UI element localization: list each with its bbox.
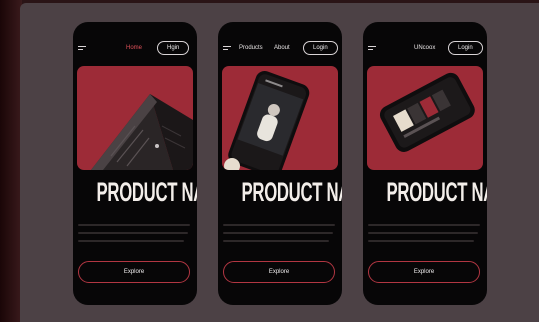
smartphone-app-screen-image: [379, 72, 475, 152]
login-button[interactable]: Login: [303, 41, 338, 55]
hero-image: [222, 66, 338, 170]
phone-mockup-2: Products About Login PRODUCT NAME Explor…: [218, 22, 342, 305]
nav-link-home[interactable]: Home: [126, 45, 142, 51]
product-title: PRODUCT NAME: [386, 177, 487, 207]
smartphone-photo-image: [224, 70, 310, 170]
nav-link-products[interactable]: Products: [239, 45, 263, 51]
product-title: PRODUCT NAME: [96, 177, 197, 207]
background-edge: [0, 0, 22, 322]
explore-button[interactable]: Explore: [223, 261, 335, 283]
login-button[interactable]: Hgin: [157, 41, 190, 55]
product-description: [368, 224, 482, 248]
hamburger-icon[interactable]: [368, 46, 376, 51]
nav-link-about[interactable]: About: [274, 45, 290, 51]
product-triangle-device-image: [91, 94, 193, 170]
design-canvas: Home Hgin PRODUCT NAME Explore Products …: [20, 3, 539, 322]
product-title: PRODUCT NAME: [241, 177, 342, 207]
product-description: [223, 224, 337, 248]
hamburger-icon[interactable]: [78, 46, 86, 51]
hero-image: [77, 66, 193, 170]
hero-image: [367, 66, 483, 170]
nav-link-uncoox[interactable]: UNcoox: [414, 45, 435, 51]
hamburger-icon[interactable]: [223, 46, 231, 51]
explore-button[interactable]: Explore: [368, 261, 480, 283]
phone-mockup-1: Home Hgin PRODUCT NAME Explore: [73, 22, 197, 305]
explore-button[interactable]: Explore: [78, 261, 190, 283]
phone-mockup-3: UNcoox Login PRODUCT NAME Explore: [363, 22, 487, 305]
login-button[interactable]: Login: [448, 41, 483, 55]
product-description: [78, 224, 192, 248]
